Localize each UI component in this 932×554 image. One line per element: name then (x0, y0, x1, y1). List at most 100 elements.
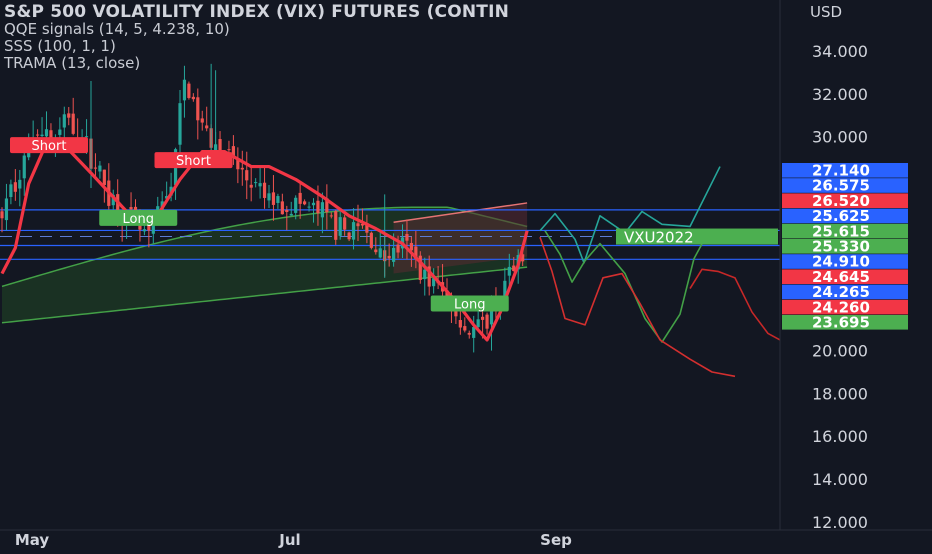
candle-body (44, 129, 49, 137)
indicator-trama-label[interactable]: TRAMA (13, close) (4, 54, 140, 72)
currency-label[interactable]: USD (810, 3, 842, 21)
candle-body (374, 249, 378, 253)
chart-svg[interactable]: Short Short Long Long VXU2022 34.000 32.000 30… (0, 0, 932, 550)
candle-body (18, 179, 22, 189)
candle-body (102, 169, 106, 186)
candle-body (36, 134, 40, 136)
candle-body (271, 192, 276, 205)
candle-body (62, 114, 66, 128)
candle-body (409, 242, 413, 251)
candle-body (182, 79, 187, 101)
candle-body (262, 182, 267, 198)
candle-body (294, 197, 298, 213)
candle-body (58, 129, 62, 135)
price-tick-label: 20.000 (812, 342, 868, 361)
candle-body (267, 193, 271, 201)
candle-body (289, 213, 293, 216)
candle-body (178, 103, 182, 145)
candle-body (507, 266, 511, 276)
candle-body (481, 316, 485, 320)
candle-body (311, 202, 316, 206)
candle-body (320, 202, 324, 218)
price-tick-label: 30.000 (812, 128, 868, 147)
candle-body (387, 255, 391, 259)
candle-body (334, 211, 338, 240)
time-tick-label: May (15, 531, 50, 549)
candle-body (191, 96, 195, 100)
indicator-qqe-label[interactable]: QQE signals (14, 5, 4.238, 10) (4, 20, 230, 38)
candle-body (258, 183, 262, 187)
candle-body (71, 113, 75, 134)
signal-label-text: Long (454, 298, 485, 313)
candle-body (196, 97, 200, 121)
candle-body (396, 244, 400, 253)
symbol-label-text: VXU2022 (624, 229, 694, 247)
candle-body (254, 182, 258, 184)
candle-body (485, 314, 489, 329)
price-tick-label: 16.000 (812, 427, 868, 446)
price-tags: 27.14026.57526.52025.62525.61525.33024.9… (782, 162, 908, 332)
candle-body (285, 209, 289, 213)
candle-body (13, 182, 17, 192)
indicator-sss-label[interactable]: SSS (100, 1, 1) (4, 37, 116, 55)
candle-body (476, 319, 480, 328)
time-axis[interactable]: May Jul Sep (0, 529, 932, 549)
signal-label-text: Short (176, 154, 211, 169)
projection-line (689, 268, 781, 341)
price-tick-label: 14.000 (812, 470, 868, 489)
candle-body (40, 134, 44, 136)
time-tick-label: Sep (540, 531, 572, 549)
candle-body (343, 217, 347, 230)
price-tick-label: 32.000 (812, 85, 868, 104)
candle-body (22, 155, 26, 179)
candle-body (329, 215, 333, 217)
candle-body (84, 136, 89, 138)
candle-body (205, 125, 209, 129)
candle-body (187, 83, 191, 98)
candle-body (307, 206, 311, 208)
candle-body (458, 320, 462, 328)
candle-body (9, 184, 13, 198)
price-tick-label: 18.000 (812, 384, 868, 403)
candle-body (316, 200, 320, 214)
projection-line (544, 230, 709, 343)
projection-line (539, 166, 721, 264)
candle-body (280, 201, 284, 215)
candle-body (347, 232, 351, 240)
candle-body (67, 113, 71, 118)
candle-body (351, 222, 356, 240)
candle-body (423, 269, 427, 280)
candle-body (0, 211, 4, 219)
candle-body (129, 207, 133, 210)
time-tick-label: Jul (278, 531, 300, 549)
price-tick-label: 34.000 (812, 42, 868, 61)
candle-body (249, 184, 253, 188)
candle-body (467, 332, 471, 335)
candle-body (472, 327, 476, 338)
candle-body (463, 326, 467, 331)
candle-body (93, 167, 98, 169)
signal-label-text: Long (123, 212, 154, 227)
candle-body (4, 198, 9, 221)
candle-body (369, 232, 373, 248)
candle-body (245, 170, 249, 181)
price-tick-label: 12.000 (812, 513, 868, 532)
candle-body (227, 149, 231, 151)
projection-paths (539, 166, 781, 378)
price-tag-label: 23.695 (812, 314, 870, 332)
candle-body (338, 217, 342, 236)
candle-body (356, 223, 360, 227)
candle-body (303, 201, 307, 205)
signal-label-text: Short (32, 139, 67, 154)
chart-title: S&P 500 VOLATILITY INDEX (VIX) FUTURES (… (4, 2, 510, 22)
candle-body (392, 247, 396, 262)
candle-body (378, 248, 382, 258)
candle-body (298, 192, 302, 204)
candle-body (240, 167, 244, 170)
candle-body (200, 118, 204, 123)
candle-body (142, 229, 146, 232)
candle-body (276, 196, 280, 203)
chart-stage: Short Short Long Long VXU2022 34.000 32.000 30… (0, 0, 932, 550)
candle-body (98, 165, 102, 172)
candle-body (405, 234, 409, 241)
